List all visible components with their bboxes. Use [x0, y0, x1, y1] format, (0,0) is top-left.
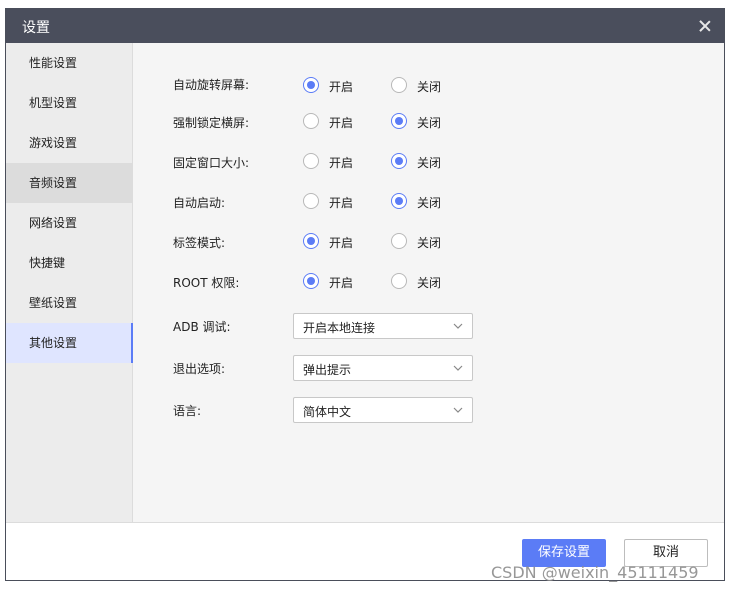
- sidebar-item-network[interactable]: 网络设置: [6, 203, 133, 243]
- sidebar-item-device-model[interactable]: 机型设置: [6, 83, 133, 123]
- chevron-down-icon: [453, 365, 463, 371]
- title-bar: 设置: [6, 9, 724, 43]
- sidebar-item-wallpaper[interactable]: 壁纸设置: [6, 283, 133, 323]
- radio-off[interactable]: [391, 233, 407, 249]
- radio-on[interactable]: [303, 113, 319, 129]
- adb-debug-select[interactable]: 开启本地连接: [293, 313, 473, 339]
- option-label: 强制锁定横屏:: [173, 116, 250, 130]
- radio-off-label: 关闭: [417, 156, 442, 170]
- watermark-text: CSDN @weixin_45111459: [491, 563, 699, 582]
- radio-off-label: 关闭: [417, 196, 442, 210]
- sidebar-item-shortcuts[interactable]: 快捷键: [6, 243, 133, 283]
- option-label: ROOT 权限:: [173, 276, 240, 290]
- language-select[interactable]: 简体中文: [293, 397, 473, 423]
- radio-on[interactable]: [303, 273, 319, 289]
- option-label: 固定窗口大小:: [173, 156, 250, 170]
- select-label: 语言:: [173, 404, 202, 418]
- sidebar: 性能设置 机型设置 游戏设置 音频设置 网络设置 快捷键 壁纸设置 其他设置: [6, 43, 133, 522]
- radio-off-label: 关闭: [417, 236, 442, 250]
- sidebar-item-audio[interactable]: 音频设置: [6, 163, 133, 203]
- window-title: 设置: [22, 20, 50, 36]
- chevron-down-icon: [453, 407, 463, 413]
- radio-off[interactable]: [391, 153, 407, 169]
- radio-on-label: 开启: [329, 276, 354, 290]
- radio-off[interactable]: [391, 193, 407, 209]
- settings-content: 自动旋转屏幕: 开启 关闭 强制锁定横屏: 开启 关闭 固定窗口大小: 开启 关…: [134, 43, 724, 522]
- close-icon[interactable]: [694, 15, 716, 37]
- radio-on-label: 开启: [329, 236, 354, 250]
- option-label: 标签模式:: [173, 236, 226, 250]
- option-label: 自动旋转屏幕:: [173, 78, 250, 92]
- radio-on[interactable]: [303, 77, 319, 93]
- radio-off[interactable]: [391, 113, 407, 129]
- sidebar-item-game[interactable]: 游戏设置: [6, 123, 133, 163]
- radio-off-label: 关闭: [417, 276, 442, 290]
- radio-on-label: 开启: [329, 80, 354, 94]
- select-label: ADB 调试:: [173, 320, 231, 334]
- select-label: 退出选项:: [173, 362, 226, 376]
- radio-off-label: 关闭: [417, 80, 442, 94]
- radio-on[interactable]: [303, 233, 319, 249]
- option-label: 自动启动:: [173, 196, 226, 210]
- chevron-down-icon: [453, 323, 463, 329]
- radio-on[interactable]: [303, 153, 319, 169]
- radio-off[interactable]: [391, 273, 407, 289]
- exit-option-select[interactable]: 弹出提示: [293, 355, 473, 381]
- radio-off-label: 关闭: [417, 116, 442, 130]
- radio-on[interactable]: [303, 193, 319, 209]
- sidebar-item-other[interactable]: 其他设置: [6, 323, 133, 363]
- select-value: 开启本地连接: [303, 321, 376, 335]
- radio-on-label: 开启: [329, 156, 354, 170]
- sidebar-item-performance[interactable]: 性能设置: [6, 43, 133, 83]
- select-value: 弹出提示: [303, 363, 352, 377]
- radio-on-label: 开启: [329, 116, 354, 130]
- settings-dialog: 设置 性能设置 机型设置 游戏设置 音频设置 网络设置 快捷键 壁纸设置 其他设…: [5, 8, 725, 581]
- radio-off[interactable]: [391, 77, 407, 93]
- radio-on-label: 开启: [329, 196, 354, 210]
- select-value: 简体中文: [303, 405, 352, 419]
